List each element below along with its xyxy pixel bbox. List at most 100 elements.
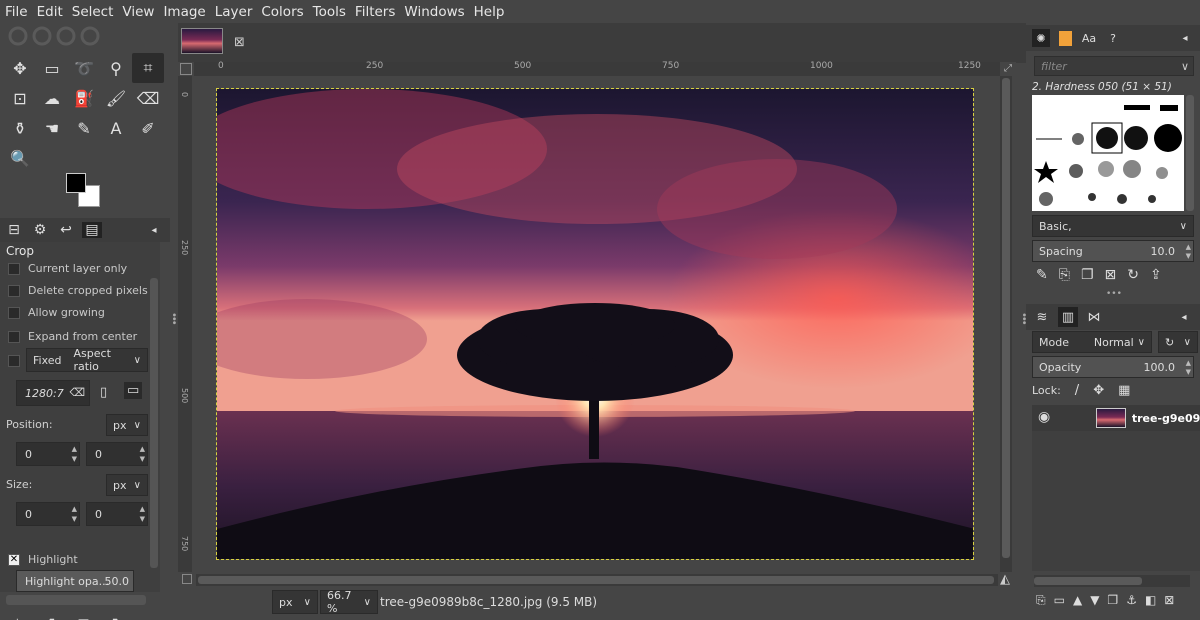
- size-unit-combo[interactable]: px ∨: [106, 474, 148, 496]
- position-unit-combo[interactable]: px ∨: [106, 414, 148, 436]
- composite-mode-combo[interactable]: ↻ ∨: [1158, 331, 1198, 353]
- smudge-tool-icon[interactable]: ☚: [36, 113, 68, 143]
- expand-from-center-option[interactable]: Expand from center: [8, 330, 137, 343]
- checkbox-checked[interactable]: ✕: [8, 553, 20, 566]
- layers-list[interactable]: [1032, 431, 1200, 571]
- undo-history-tab-icon[interactable]: ↩: [56, 222, 76, 238]
- tab-menu-icon[interactable]: ◂: [1174, 307, 1194, 327]
- tool-options-tab-icon[interactable]: ⊟: [4, 222, 24, 238]
- new-layer-icon[interactable]: ⎘: [1036, 593, 1046, 608]
- spin-arrows-icon[interactable]: ▲ ▼: [140, 444, 145, 464]
- images-tab-icon[interactable]: ▤: [82, 222, 102, 238]
- position-x-input[interactable]: 0 ▲ ▼: [16, 442, 80, 466]
- checkbox[interactable]: [8, 330, 20, 343]
- paths-tool-icon[interactable]: ✎: [68, 113, 100, 143]
- checkbox[interactable]: [8, 262, 20, 275]
- eraser-tool-icon[interactable]: ⌫: [132, 83, 164, 113]
- tab-menu-icon[interactable]: ◂: [144, 225, 164, 236]
- brush-grid-scrollbar[interactable]: [1186, 95, 1194, 211]
- unit-combo[interactable]: px ∨: [272, 590, 318, 614]
- vertical-ruler[interactable]: 0 250 500 750: [178, 76, 192, 572]
- layer-row[interactable]: ◉ tree-g9e09: [1032, 405, 1200, 431]
- open-brush-icon[interactable]: ⇪: [1150, 267, 1162, 283]
- horizontal-ruler[interactable]: 0 250 500 750 1000 1250: [194, 61, 1000, 76]
- size-w-input[interactable]: 0 ▲ ▼: [16, 502, 80, 526]
- menu-layer[interactable]: Layer: [215, 4, 253, 20]
- save-preset-icon[interactable]: ⤓: [14, 615, 21, 620]
- crop-tool-icon[interactable]: ⌗: [132, 53, 164, 83]
- zoom-tool-icon[interactable]: 🔍: [4, 143, 36, 173]
- lock-position-icon[interactable]: ✥: [1093, 383, 1104, 398]
- brushes-tab-icon[interactable]: ✺: [1032, 29, 1050, 47]
- spacing-slider[interactable]: Spacing 10.0 ▲ ▼: [1032, 240, 1194, 262]
- color-picker-tool-icon[interactable]: ✐: [132, 113, 164, 143]
- eye-visibility-icon[interactable]: ◉: [1038, 409, 1050, 425]
- restore-preset-icon[interactable]: ↺: [43, 615, 56, 620]
- portrait-icon[interactable]: ▯: [100, 385, 107, 400]
- highlight-option[interactable]: ✕ Highlight: [8, 553, 78, 566]
- lock-pixels-icon[interactable]: /: [1075, 383, 1079, 398]
- new-brush-icon[interactable]: ⎘: [1059, 267, 1070, 283]
- position-y-input[interactable]: 0 ▲ ▼: [86, 442, 148, 466]
- anchor-layer-icon[interactable]: ⚓: [1126, 593, 1137, 608]
- panel-separator-handle[interactable]: •••: [1106, 289, 1122, 299]
- new-group-icon[interactable]: ▭: [1054, 593, 1065, 608]
- canvas-hscrollbar[interactable]: [196, 574, 998, 586]
- spin-arrows-icon[interactable]: ▲ ▼: [140, 504, 145, 524]
- delete-brush-icon[interactable]: ⊠: [1105, 267, 1117, 283]
- tab-menu-icon[interactable]: ◂: [1176, 29, 1194, 47]
- spin-arrows-icon[interactable]: ▲ ▼: [1186, 243, 1191, 261]
- menu-colors[interactable]: Colors: [261, 4, 303, 20]
- fixed-aspect-combo[interactable]: Fixed Aspect ratio ∨: [26, 347, 148, 373]
- paintbrush-tool-icon[interactable]: 🖌: [100, 83, 132, 113]
- channels-tab-icon[interactable]: ▥: [1058, 307, 1078, 327]
- bucket-fill-tool-icon[interactable]: ⛽: [68, 83, 100, 113]
- tool-options-hscrollbar[interactable]: [6, 595, 146, 605]
- checkbox[interactable]: [8, 284, 20, 297]
- aspect-ratio-input[interactable]: 1280:7 ⌫: [16, 380, 90, 406]
- allow-growing-option[interactable]: Allow growing: [8, 306, 105, 319]
- zoom-image-icon[interactable]: ⤢: [1004, 63, 1012, 74]
- opacity-slider[interactable]: Opacity 100.0 ▲ ▼: [1032, 356, 1194, 378]
- spin-arrows-icon[interactable]: ▲ ▼: [1186, 359, 1191, 377]
- fuzzy-select-tool-icon[interactable]: ⚲: [100, 53, 132, 83]
- menu-windows[interactable]: Windows: [404, 4, 464, 20]
- paths-tab-icon[interactable]: ⋈: [1084, 307, 1104, 327]
- refresh-brushes-icon[interactable]: ↻: [1127, 267, 1139, 283]
- help-tab-icon[interactable]: ?: [1104, 29, 1122, 47]
- spin-arrows-icon[interactable]: ▲ ▼: [72, 444, 77, 464]
- navigate-icon[interactable]: ◭: [1000, 572, 1010, 587]
- menu-help[interactable]: Help: [474, 4, 505, 20]
- device-status-tab-icon[interactable]: ⚙: [30, 222, 50, 238]
- delete-preset-icon[interactable]: ⊠: [77, 615, 90, 620]
- canvas-vscrollbar[interactable]: [1000, 76, 1012, 572]
- patterns-tab-icon[interactable]: [1056, 29, 1074, 47]
- layer-name[interactable]: tree-g9e09: [1132, 412, 1200, 425]
- menu-image[interactable]: Image: [163, 4, 205, 20]
- mask-layer-icon[interactable]: ◧: [1145, 593, 1156, 608]
- delete-cropped-option[interactable]: Delete cropped pixels: [8, 284, 148, 297]
- move-tool-icon[interactable]: ✥: [4, 53, 36, 83]
- duplicate-brush-icon[interactable]: ❐: [1081, 267, 1094, 283]
- current-layer-only-option[interactable]: Current layer only: [8, 262, 127, 275]
- fonts-tab-icon[interactable]: Aa: [1080, 29, 1098, 47]
- zoom-combo[interactable]: 66.7 % ∨: [320, 589, 378, 615]
- clear-icon[interactable]: ⌫: [69, 386, 85, 399]
- layers-hscrollbar[interactable]: [1034, 575, 1190, 587]
- foreground-color-swatch[interactable]: [66, 173, 86, 193]
- quick-mask-toggle-icon[interactable]: [182, 574, 192, 584]
- menu-corner-button[interactable]: [180, 63, 192, 75]
- tool-options-scrollbar[interactable]: [150, 278, 158, 568]
- close-image-icon[interactable]: ⊠: [234, 35, 245, 50]
- checkbox[interactable]: [8, 306, 20, 319]
- menu-file[interactable]: File: [5, 4, 28, 20]
- wilber-drop-zone[interactable]: [8, 25, 108, 47]
- text-tool-icon[interactable]: A: [100, 113, 132, 143]
- clone-tool-icon[interactable]: ⚱: [4, 113, 36, 143]
- menu-tools[interactable]: Tools: [313, 4, 346, 20]
- reset-icon[interactable]: ↻: [112, 615, 125, 620]
- layer-mode-combo[interactable]: Mode Normal ∨: [1032, 331, 1152, 353]
- fg-bg-colors[interactable]: [66, 173, 106, 213]
- brush-filter-input[interactable]: filter ∨: [1034, 56, 1194, 76]
- fixed-checkbox[interactable]: [8, 355, 20, 367]
